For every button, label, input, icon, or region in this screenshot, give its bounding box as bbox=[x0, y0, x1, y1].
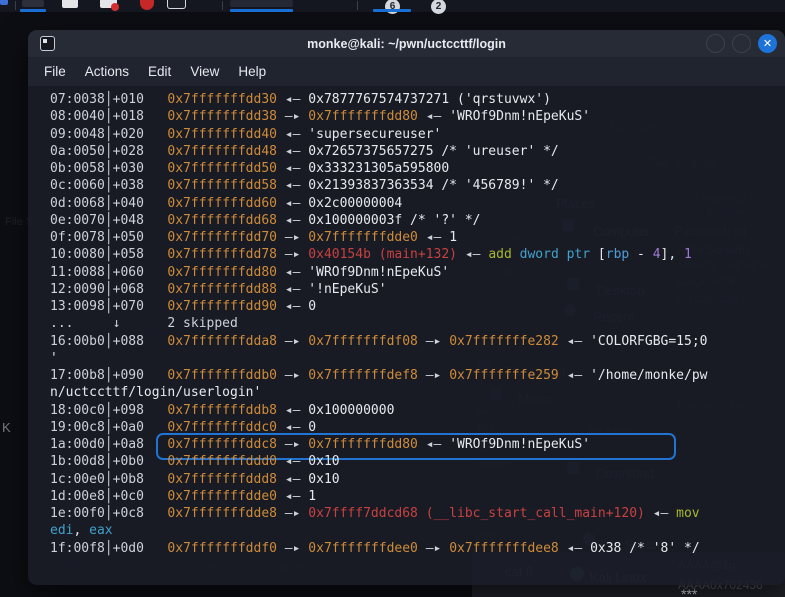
terminal-line: 0c:0060│+038 0x7fffffffdd58 ◂— 0x2139383… bbox=[50, 177, 785, 194]
terminal-line: 0a:0050│+028 0x7fffffffdd48 ◂— 0x7265737… bbox=[50, 143, 785, 160]
terminal-line: n/uctccttf/login/userlogin' bbox=[50, 384, 785, 401]
minimize-button[interactable] bbox=[706, 34, 725, 53]
terminal-content[interactable]: 07:0038│+010 0x7fffffffdd30 ◂— 0x7877767… bbox=[28, 86, 785, 585]
terminal-line: 0b:0058│+030 0x7fffffffdd50 ◂— 0x3332313… bbox=[50, 160, 785, 177]
taskbar-app-icon[interactable] bbox=[230, 0, 293, 7]
terminal-line: 08:0040│+018 0x7fffffffdd38 —▸ 0x7ffffff… bbox=[50, 108, 785, 125]
top-taskbar[interactable]: 6 2 bbox=[0, 0, 785, 12]
taskbar-separator bbox=[15, 1, 16, 10]
terminal-line: 09:0048│+020 0x7fffffffdd40 ◂— 'supersec… bbox=[50, 126, 785, 143]
active-app-indicator bbox=[230, 9, 293, 12]
terminal-line: 1d:00e8│+0c0 0x7fffffffdde0 ◂— 1 bbox=[50, 488, 785, 505]
menu-item-file[interactable]: File bbox=[44, 64, 66, 79]
terminal-line: ' bbox=[50, 350, 785, 367]
terminal-line: 0e:0070│+048 0x7fffffffdd68 ◂— 0x1000000… bbox=[50, 212, 785, 229]
terminal-line: 1c:00e0│+0b8 0x7fffffffddd8 ◂— 0x10 bbox=[50, 471, 785, 488]
terminal-line: edi, eax bbox=[50, 522, 785, 539]
close-button[interactable]: ✕ bbox=[758, 34, 777, 53]
menu-item-help[interactable]: Help bbox=[238, 64, 266, 79]
taskbar-app-icon[interactable] bbox=[140, 0, 154, 10]
terminal-line-highlighted: 1a:00d0│+0a8 0x7fffffffddc8 —▸ 0x7ffffff… bbox=[50, 436, 785, 453]
active-app-indicator bbox=[373, 9, 411, 12]
terminal-line: 0d:0068│+040 0x7fffffffdd60 ◂— 0x2c00000… bbox=[50, 195, 785, 212]
workspace-badge[interactable]: 2 bbox=[431, 0, 446, 14]
background-bleed-text: K bbox=[2, 420, 11, 435]
taskbar-separator bbox=[357, 1, 358, 10]
terminal-line: 0f:0078│+050 0x7fffffffdd70 —▸ 0x7ffffff… bbox=[50, 229, 785, 246]
window-title: monke@kali: ~/pwn/uctccttf/login bbox=[28, 37, 785, 51]
terminal-line: 1b:00d8│+0b0 0x7fffffffddd0 ◂— 0x10 bbox=[50, 453, 785, 470]
menu-item-view[interactable]: View bbox=[190, 64, 219, 79]
taskbar-separator bbox=[222, 1, 223, 10]
terminal-line: 16:00b0│+088 0x7fffffffdda8 —▸ 0x7ffffff… bbox=[50, 333, 785, 350]
taskbar-app-icon[interactable] bbox=[62, 0, 78, 8]
menu-bar: File Actions Edit View Help bbox=[28, 57, 785, 86]
terminal-line: 1e:00f0│+0c8 0x7fffffffdde8 —▸ 0x7ffff7d… bbox=[50, 505, 785, 522]
terminal-line: 11:0088│+060 0x7fffffffdd80 ◂— 'WROf9Dnm… bbox=[50, 264, 785, 281]
taskbar-app-icon[interactable] bbox=[0, 0, 8, 5]
titlebar[interactable]: monke@kali: ~/pwn/uctccttf/login ✕ bbox=[28, 30, 785, 57]
terminal-line: 10:0080│+058 0x7fffffffdd78 —▸ 0x40154b … bbox=[50, 246, 785, 263]
notification-badge-dot bbox=[111, 3, 119, 11]
terminal-line: 13:0098│+070 0x7fffffffdd90 ◂— 0 bbox=[50, 298, 785, 315]
active-app-indicator bbox=[20, 9, 46, 12]
taskbar-app-icon[interactable] bbox=[22, 0, 44, 7]
terminal-line: 17:00b8│+090 0x7fffffffddb0 —▸ 0x7ffffff… bbox=[50, 367, 785, 384]
terminal-line: 07:0038│+010 0x7fffffffdd30 ◂— 0x7877767… bbox=[50, 91, 785, 108]
background-bleed-text: *** bbox=[681, 586, 697, 597]
menu-item-edit[interactable]: Edit bbox=[148, 64, 171, 79]
terminal-taskbar-icon[interactable] bbox=[167, 0, 186, 9]
terminal-window: monke@kali: ~/pwn/uctccttf/login ✕ File A… bbox=[28, 30, 785, 585]
terminal-line: 18:00c0│+098 0x7fffffffddb8 ◂— 0x1000000… bbox=[50, 402, 785, 419]
menu-item-actions[interactable]: Actions bbox=[85, 64, 129, 79]
terminal-line: 1f:00f8│+0d0 0x7fffffffddf0 —▸ 0x7ffffff… bbox=[50, 540, 785, 557]
terminal-line: 12:0090│+068 0x7fffffffdd88 ◂— '!nEpeKuS… bbox=[50, 281, 785, 298]
terminal-line: ... ↓ 2 skipped bbox=[50, 315, 785, 332]
maximize-button[interactable] bbox=[732, 34, 751, 53]
terminal-app-icon bbox=[40, 36, 55, 51]
